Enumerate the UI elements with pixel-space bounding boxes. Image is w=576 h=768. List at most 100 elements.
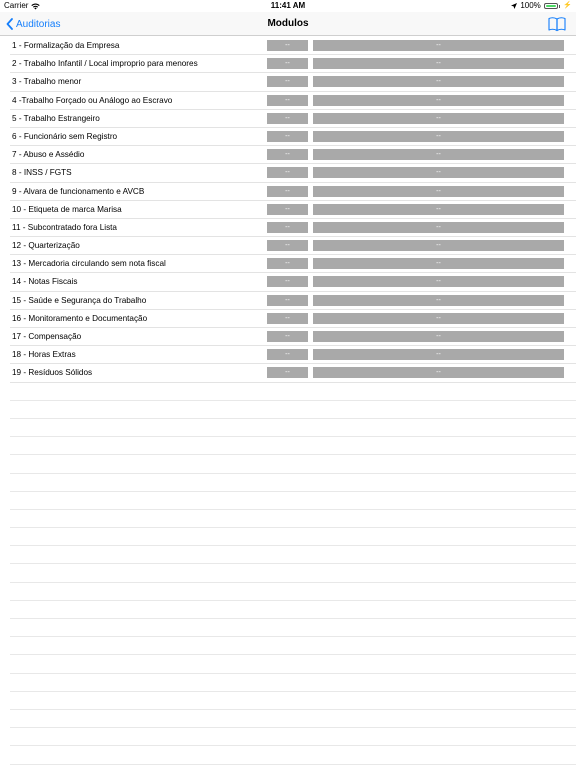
module-label: 6 - Funcionário sem Registro bbox=[12, 131, 118, 141]
battery-tip bbox=[558, 4, 561, 8]
navigation-bar: Auditorias Modulos bbox=[0, 12, 576, 36]
empty-row bbox=[10, 655, 576, 674]
module-row[interactable]: 2 - Trabalho Infantil / Local improprio … bbox=[10, 55, 576, 74]
module-label: 3 - Trabalho menor bbox=[12, 77, 82, 87]
module-score-box: -- bbox=[267, 58, 308, 70]
module-label: 9 - Alvara de funcionamento e AVCB bbox=[12, 186, 145, 196]
module-label: 18 - Horas Extras bbox=[12, 350, 76, 360]
empty-row bbox=[10, 510, 576, 529]
module-label: 15 - Saúde e Segurança do Trabalho bbox=[12, 295, 147, 305]
empty-row bbox=[10, 437, 576, 456]
module-label: 2 - Trabalho Infantil / Local improprio … bbox=[12, 59, 198, 69]
module-row[interactable]: 16 - Monitoramento e Documentação -- -- bbox=[10, 310, 576, 328]
battery-icon bbox=[543, 3, 558, 9]
module-label: 5 - Trabalho Estrangeiro bbox=[12, 113, 100, 123]
module-status-box: -- bbox=[313, 312, 564, 324]
module-status-box: -- bbox=[313, 294, 564, 306]
empty-row bbox=[10, 383, 576, 401]
module-label: 17 - Compensação bbox=[12, 332, 82, 341]
module-row[interactable]: 4 -Trabalho Forçado ou Análogo ao Escrav… bbox=[10, 92, 576, 110]
location-arrow-icon bbox=[511, 3, 518, 9]
module-status-box: -- bbox=[313, 40, 564, 51]
module-status-box: -- bbox=[313, 130, 564, 142]
status-right: 100% ⚡ bbox=[511, 0, 572, 12]
battery-percent: 100% bbox=[520, 1, 541, 10]
charging-bolt-icon: ⚡ bbox=[563, 2, 572, 9]
module-status-box: -- bbox=[313, 76, 564, 88]
module-score-box: -- bbox=[267, 112, 308, 124]
module-row[interactable]: 8 - INSS / FGTS -- -- bbox=[10, 164, 576, 183]
module-score-box: -- bbox=[267, 349, 308, 361]
empty-row bbox=[10, 692, 576, 710]
module-score-box: -- bbox=[267, 203, 308, 215]
module-score-box: -- bbox=[267, 94, 308, 106]
module-score-box: -- bbox=[267, 331, 308, 342]
empty-row bbox=[10, 637, 576, 656]
module-score-box: -- bbox=[267, 367, 308, 379]
module-row[interactable]: 12 - Quarterização -- -- bbox=[10, 237, 576, 256]
module-status-box: -- bbox=[313, 240, 564, 252]
module-score-box: -- bbox=[267, 276, 308, 288]
module-table: 1 - Formalização da Empresa -- -- 2 - Traba… bbox=[0, 37, 576, 765]
module-row[interactable]: 6 - Funcionário sem Registro -- -- bbox=[10, 128, 576, 147]
module-status-box: -- bbox=[313, 258, 564, 270]
module-score-box: -- bbox=[267, 312, 308, 324]
module-row[interactable]: 18 - Horas Extras -- -- bbox=[10, 346, 576, 365]
module-score-box: -- bbox=[267, 149, 308, 161]
module-row[interactable]: 19 - Resíduos Sólidos -- -- bbox=[10, 364, 576, 383]
page-title: Modulos bbox=[267, 18, 309, 29]
module-score-box: -- bbox=[267, 167, 308, 179]
module-row[interactable]: 15 - Saúde e Segurança do Trabalho -- -- bbox=[10, 292, 576, 310]
module-status-box: -- bbox=[313, 149, 564, 161]
module-label: 10 - Etiqueta de marca Marisa bbox=[12, 204, 122, 214]
module-row[interactable]: 14 - Notas Fiscais -- -- bbox=[10, 273, 576, 292]
status-time: 11:41 AM bbox=[270, 1, 306, 10]
module-label: 19 - Resíduos Sólidos bbox=[12, 368, 93, 378]
module-row[interactable]: 13 - Mercadoria circulando sem nota fisc… bbox=[10, 255, 576, 274]
module-score-box: -- bbox=[267, 40, 308, 51]
module-row[interactable]: 7 - Abuso e Assédio -- -- bbox=[10, 146, 576, 165]
module-row[interactable]: 1 - Formalização da Empresa -- -- bbox=[10, 37, 576, 56]
empty-row bbox=[10, 619, 576, 638]
empty-row bbox=[10, 601, 576, 619]
module-row[interactable]: 17 - Compensação -- -- bbox=[10, 328, 576, 347]
module-label: 16 - Monitoramento e Documentação bbox=[12, 313, 148, 323]
module-label: 14 - Notas Fiscais bbox=[12, 277, 78, 287]
empty-row bbox=[10, 492, 576, 510]
module-status-box: -- bbox=[313, 349, 564, 361]
module-status-box: -- bbox=[313, 112, 564, 124]
module-status-box: -- bbox=[313, 367, 564, 379]
module-label: 13 - Mercadoria circulando sem nota fisc… bbox=[12, 259, 166, 269]
empty-row bbox=[10, 710, 576, 729]
empty-row bbox=[10, 528, 576, 547]
book-icon[interactable] bbox=[548, 16, 566, 32]
empty-row bbox=[10, 401, 576, 419]
empty-row bbox=[10, 546, 576, 565]
module-label: 4 -Trabalho Forçado ou Análogo ao Escrav… bbox=[12, 95, 173, 105]
module-score-box: -- bbox=[267, 258, 308, 270]
module-status-box: -- bbox=[313, 94, 564, 106]
module-status-box: -- bbox=[313, 276, 564, 288]
module-row[interactable]: 10 - Etiqueta de marca Marisa -- -- bbox=[10, 201, 576, 219]
module-score-box: -- bbox=[267, 76, 308, 88]
module-score-box: -- bbox=[267, 240, 308, 252]
module-status-box: -- bbox=[313, 331, 564, 342]
module-label: 11 - Subcontratado fora Lista bbox=[12, 222, 117, 232]
module-row[interactable]: 11 - Subcontratado fora Lista -- -- bbox=[10, 219, 576, 238]
empty-row bbox=[10, 674, 576, 692]
module-score-box: -- bbox=[267, 185, 308, 197]
module-status-box: -- bbox=[313, 221, 564, 233]
empty-row bbox=[10, 583, 576, 601]
empty-row bbox=[10, 728, 576, 747]
module-label: 12 - Quarterização bbox=[12, 241, 80, 251]
module-score-box: -- bbox=[267, 294, 308, 306]
module-row[interactable]: 5 - Trabalho Estrangeiro -- -- bbox=[10, 110, 576, 128]
module-row[interactable]: 9 - Alvara de funcionamento e AVCB -- -- bbox=[10, 183, 576, 201]
module-status-box: -- bbox=[313, 203, 564, 215]
status-bar: Carrier 11:41 AM 100% ⚡ bbox=[0, 0, 576, 12]
module-label: 7 - Abuso e Assédio bbox=[12, 150, 85, 160]
module-label: 8 - INSS / FGTS bbox=[12, 168, 72, 178]
module-row[interactable]: 3 - Trabalho menor -- -- bbox=[10, 73, 576, 92]
empty-row bbox=[10, 419, 576, 438]
module-status-box: -- bbox=[313, 167, 564, 179]
